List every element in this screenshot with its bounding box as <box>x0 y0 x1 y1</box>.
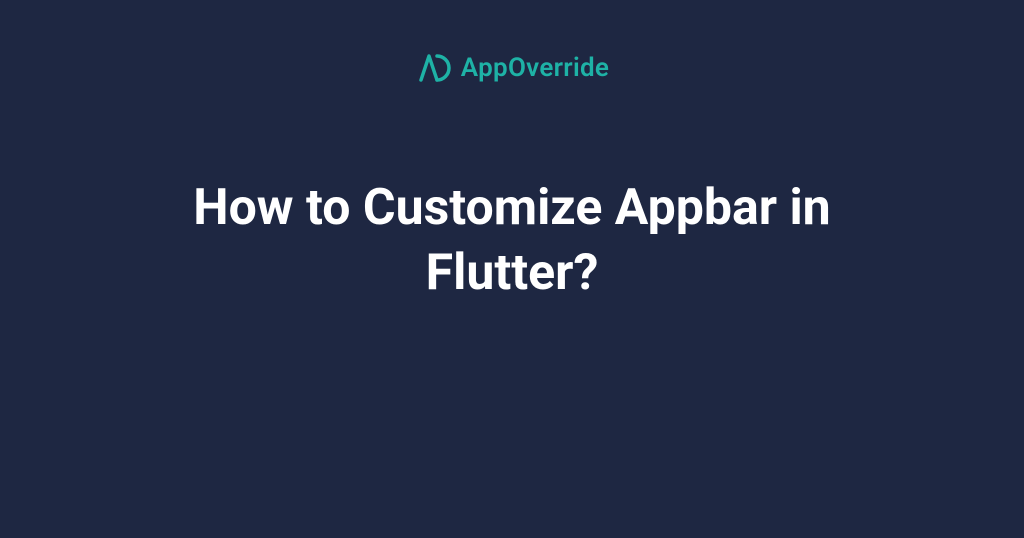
brand-logo: AppOverride <box>415 50 609 86</box>
logo-mark-icon <box>415 50 451 86</box>
page-title: How to Customize Appbar in Flutter? <box>102 176 922 306</box>
brand-name: AppOverride <box>461 53 609 83</box>
